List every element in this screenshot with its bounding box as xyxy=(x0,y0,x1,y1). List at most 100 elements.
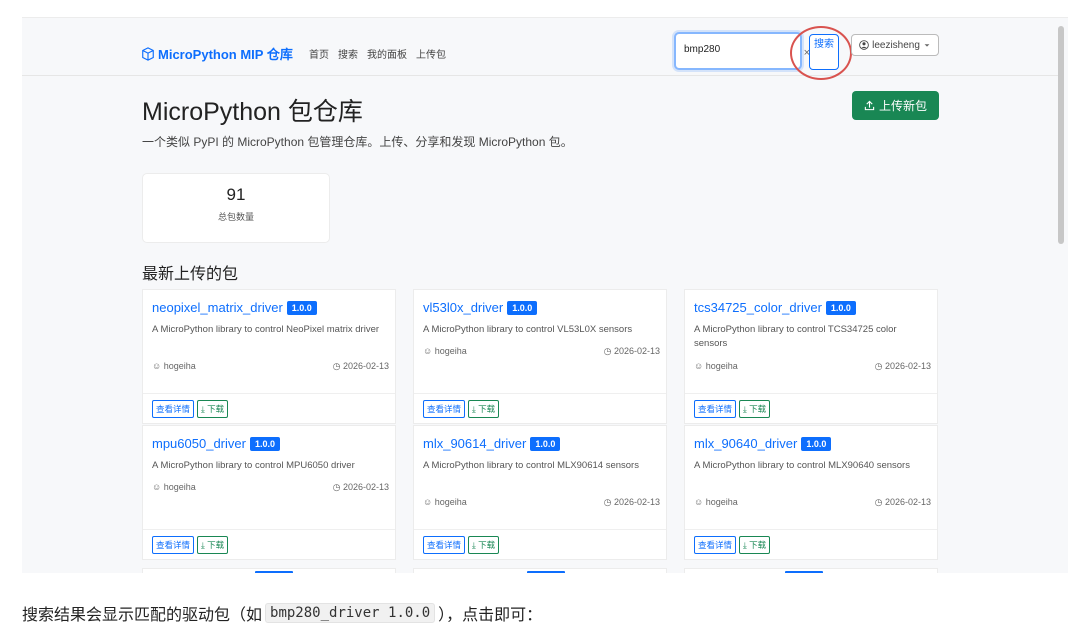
caption: 搜索结果会显示匹配的驱动包（如 bmp280_driver 1.0.0 ），点击… xyxy=(22,601,542,625)
package-description: A MicroPython library to control MLX9061… xyxy=(423,460,639,471)
download-button[interactable]: ⤓ 下载 xyxy=(197,399,229,418)
author: ☺ hogeiha xyxy=(423,497,467,508)
package-meta: ☺ hogeiha ◷ 2026-02-13 xyxy=(694,497,931,508)
author-name: hogeiha xyxy=(163,482,196,492)
download-label: 下载 xyxy=(478,403,496,414)
view-details-button[interactable]: 查看详情 xyxy=(694,535,737,554)
date: ◷ 2026-02-13 xyxy=(333,361,389,372)
search-button[interactable]: 搜索 xyxy=(809,34,839,70)
brand-link[interactable]: MicroPython MIP 仓库 xyxy=(141,44,293,63)
package-meta: ☺ hogeiha ◷ 2026-02-13 xyxy=(423,346,660,357)
package-description: A MicroPython library to control MPU6050… xyxy=(152,460,355,471)
author-name: hogeiha xyxy=(163,361,196,371)
cube-icon xyxy=(142,46,154,61)
package-name-link[interactable]: tcs34725_color_driver xyxy=(694,300,822,315)
version-badge: 1.0.0 xyxy=(507,300,538,315)
package-meta: ☺ hogeiha ◷ 2026-02-13 xyxy=(152,482,389,493)
author: ☺ hogeiha xyxy=(423,346,467,357)
user-name: leezisheng xyxy=(872,39,920,51)
download-label: 下载 xyxy=(478,539,496,550)
package-title: tcs34725_color_driver 1.0.0 xyxy=(694,300,856,315)
date: ◷ 2026-02-13 xyxy=(604,346,660,357)
user-icon xyxy=(859,40,869,50)
view-details-button[interactable]: 查看详情 xyxy=(152,399,195,418)
package-meta: ☺ hogeiha ◷ 2026-02-13 xyxy=(694,361,931,372)
package-card: mlx_90614_driver 1.0.0 A MicroPython lib… xyxy=(413,425,667,560)
user-menu-button[interactable]: leezisheng xyxy=(851,34,939,56)
user-icon: ☺ xyxy=(152,482,164,492)
nav-search[interactable]: 搜索 xyxy=(338,46,358,61)
version-badge: 1.0.0 xyxy=(286,300,317,315)
view-details-button[interactable]: 查看详情 xyxy=(423,535,466,554)
package-card: mpu6050_driver 1.0.0 A MicroPython libra… xyxy=(142,425,396,560)
upload-package-button[interactable]: 上传新包 xyxy=(852,91,939,120)
package-name-link[interactable]: mpu6050_driver xyxy=(152,436,246,451)
download-button[interactable]: ⤓ 下载 xyxy=(739,535,771,554)
scrollbar[interactable] xyxy=(1058,26,1064,244)
card-footer: 查看详情 ⤓ 下载 xyxy=(685,393,937,423)
package-count-label: 总包数量 xyxy=(217,212,254,222)
download-label: 下载 xyxy=(749,403,767,414)
clock-icon: ◷ xyxy=(874,361,885,371)
upload-date: 2026-02-13 xyxy=(884,361,931,371)
package-card-partial xyxy=(413,568,667,573)
author: ☺ hogeiha xyxy=(152,361,196,372)
package-title: vl53l0x_driver 1.0.0 xyxy=(423,300,538,315)
package-card: neopixel_matrix_driver 1.0.0 A MicroPyth… xyxy=(142,289,396,424)
caption-before: 搜索结果会显示匹配的驱动包（如 xyxy=(22,607,263,624)
upload-date: 2026-02-13 xyxy=(342,361,389,371)
package-meta: ☺ hogeiha ◷ 2026-02-13 xyxy=(423,497,660,508)
user-icon: ☺ xyxy=(694,497,706,507)
search-field[interactable]: × xyxy=(674,32,810,70)
package-description: A MicroPython library to control NeoPixe… xyxy=(152,324,380,335)
date: ◷ 2026-02-13 xyxy=(875,497,931,508)
clock-icon: ◷ xyxy=(332,361,343,371)
download-button[interactable]: ⤓ 下载 xyxy=(197,535,229,554)
package-description: A MicroPython library to control MLX9064… xyxy=(694,460,910,471)
package-name-link[interactable]: neopixel_matrix_driver xyxy=(152,300,283,315)
view-details-button[interactable]: 查看详情 xyxy=(694,399,737,418)
stat-card: 91 总包数量 xyxy=(142,173,330,243)
upload-date: 2026-02-13 xyxy=(342,482,389,492)
author-name: hogeiha xyxy=(705,497,738,507)
author-name: hogeiha xyxy=(434,497,467,507)
download-label: 下载 xyxy=(207,539,225,550)
clock-icon: ◷ xyxy=(332,482,343,492)
package-card: mlx_90640_driver 1.0.0 A MicroPython lib… xyxy=(684,425,938,560)
search-input[interactable] xyxy=(684,44,779,55)
package-count: 91 xyxy=(226,185,246,204)
package-grid-partial-row xyxy=(142,568,939,573)
date: ◷ 2026-02-13 xyxy=(604,497,660,508)
package-card-partial xyxy=(684,568,938,573)
package-title: mlx_90614_driver 1.0.0 xyxy=(423,436,561,451)
card-footer: 查看详情 ⤓ 下载 xyxy=(414,393,666,423)
card-footer: 查看详情 ⤓ 下载 xyxy=(143,529,395,559)
download-button[interactable]: ⤓ 下载 xyxy=(468,399,500,418)
clock-icon: ◷ xyxy=(603,346,614,356)
user-icon: ☺ xyxy=(694,361,706,371)
nav-dashboard[interactable]: 我的面板 xyxy=(367,46,407,61)
author: ☺ hogeiha xyxy=(694,497,738,508)
nav-home[interactable]: 首页 xyxy=(309,46,329,61)
user-icon: ☺ xyxy=(152,361,164,371)
view-details-button[interactable]: 查看详情 xyxy=(423,399,466,418)
user-icon: ☺ xyxy=(423,346,435,356)
package-card: vl53l0x_driver 1.0.0 A MicroPython libra… xyxy=(413,289,667,424)
package-description: A MicroPython library to control VL53L0X… xyxy=(423,324,633,335)
nav-upload[interactable]: 上传包 xyxy=(416,46,446,61)
card-footer: 查看详情 ⤓ 下载 xyxy=(143,393,395,423)
app-screenshot: MicroPython MIP 仓库 首页 搜索 我的面板 上传包 × 搜索 l… xyxy=(22,17,1068,573)
download-button[interactable]: ⤓ 下载 xyxy=(739,399,771,418)
view-details-button[interactable]: 查看详情 xyxy=(152,535,195,554)
brand-label: MicroPython MIP 仓库 xyxy=(158,47,293,62)
package-name-link[interactable]: mlx_90614_driver xyxy=(423,436,526,451)
package-name-link[interactable]: vl53l0x_driver xyxy=(423,300,503,315)
author: ☺ hogeiha xyxy=(694,361,738,372)
download-button[interactable]: ⤓ 下载 xyxy=(468,535,500,554)
package-name-link[interactable]: mlx_90640_driver xyxy=(694,436,797,451)
package-card-partial xyxy=(142,568,396,573)
clock-icon: ◷ xyxy=(874,497,885,507)
card-footer: 查看详情 ⤓ 下载 xyxy=(414,529,666,559)
upload-date: 2026-02-13 xyxy=(613,497,660,507)
upload-date: 2026-02-13 xyxy=(884,497,931,507)
